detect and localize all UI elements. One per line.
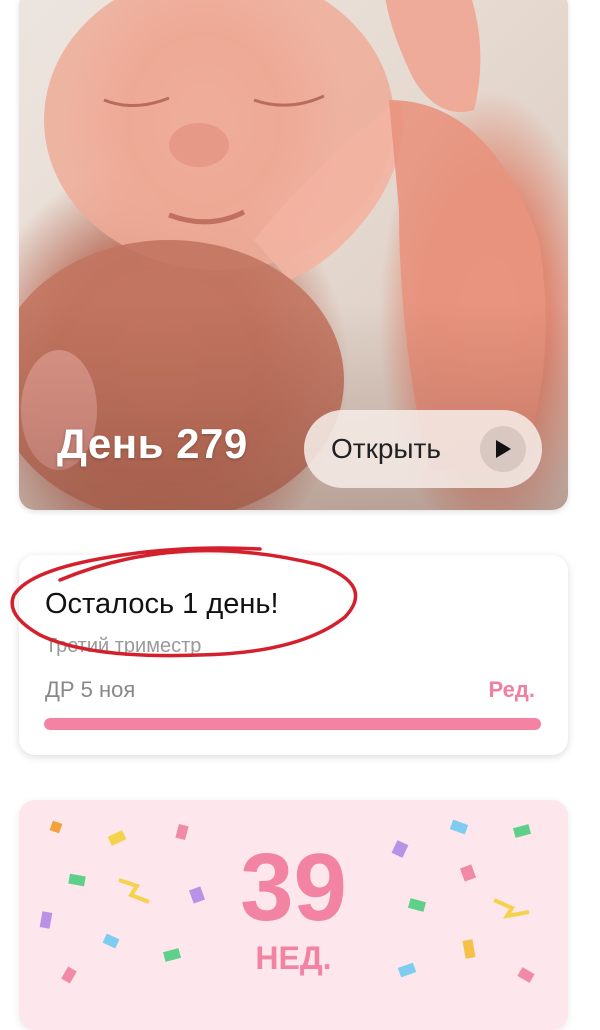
open-button[interactable]: Открыть xyxy=(304,410,542,488)
week-unit-label: НЕД. xyxy=(255,940,332,976)
week-counter-card[interactable]: 39 НЕД. xyxy=(19,800,568,1030)
edit-due-date-link[interactable]: Ред. xyxy=(489,677,535,703)
week-number: 39 xyxy=(240,834,347,941)
fetus-image-card[interactable]: День 279 Открыть xyxy=(19,0,568,510)
pregnancy-progress-bar xyxy=(44,718,541,730)
days-remaining-text: Осталось 1 день! xyxy=(45,588,279,620)
day-label: День 279 xyxy=(57,420,248,467)
trimester-text: Третий триместр xyxy=(45,635,202,657)
play-icon xyxy=(480,426,526,472)
pregnancy-status-card: Осталось 1 день! Третий триместр ДР 5 но… xyxy=(19,555,568,755)
due-date-text: ДР 5 ноя xyxy=(45,677,136,702)
pregnancy-progress-fill xyxy=(44,718,541,730)
open-button-label: Открыть xyxy=(331,433,441,464)
